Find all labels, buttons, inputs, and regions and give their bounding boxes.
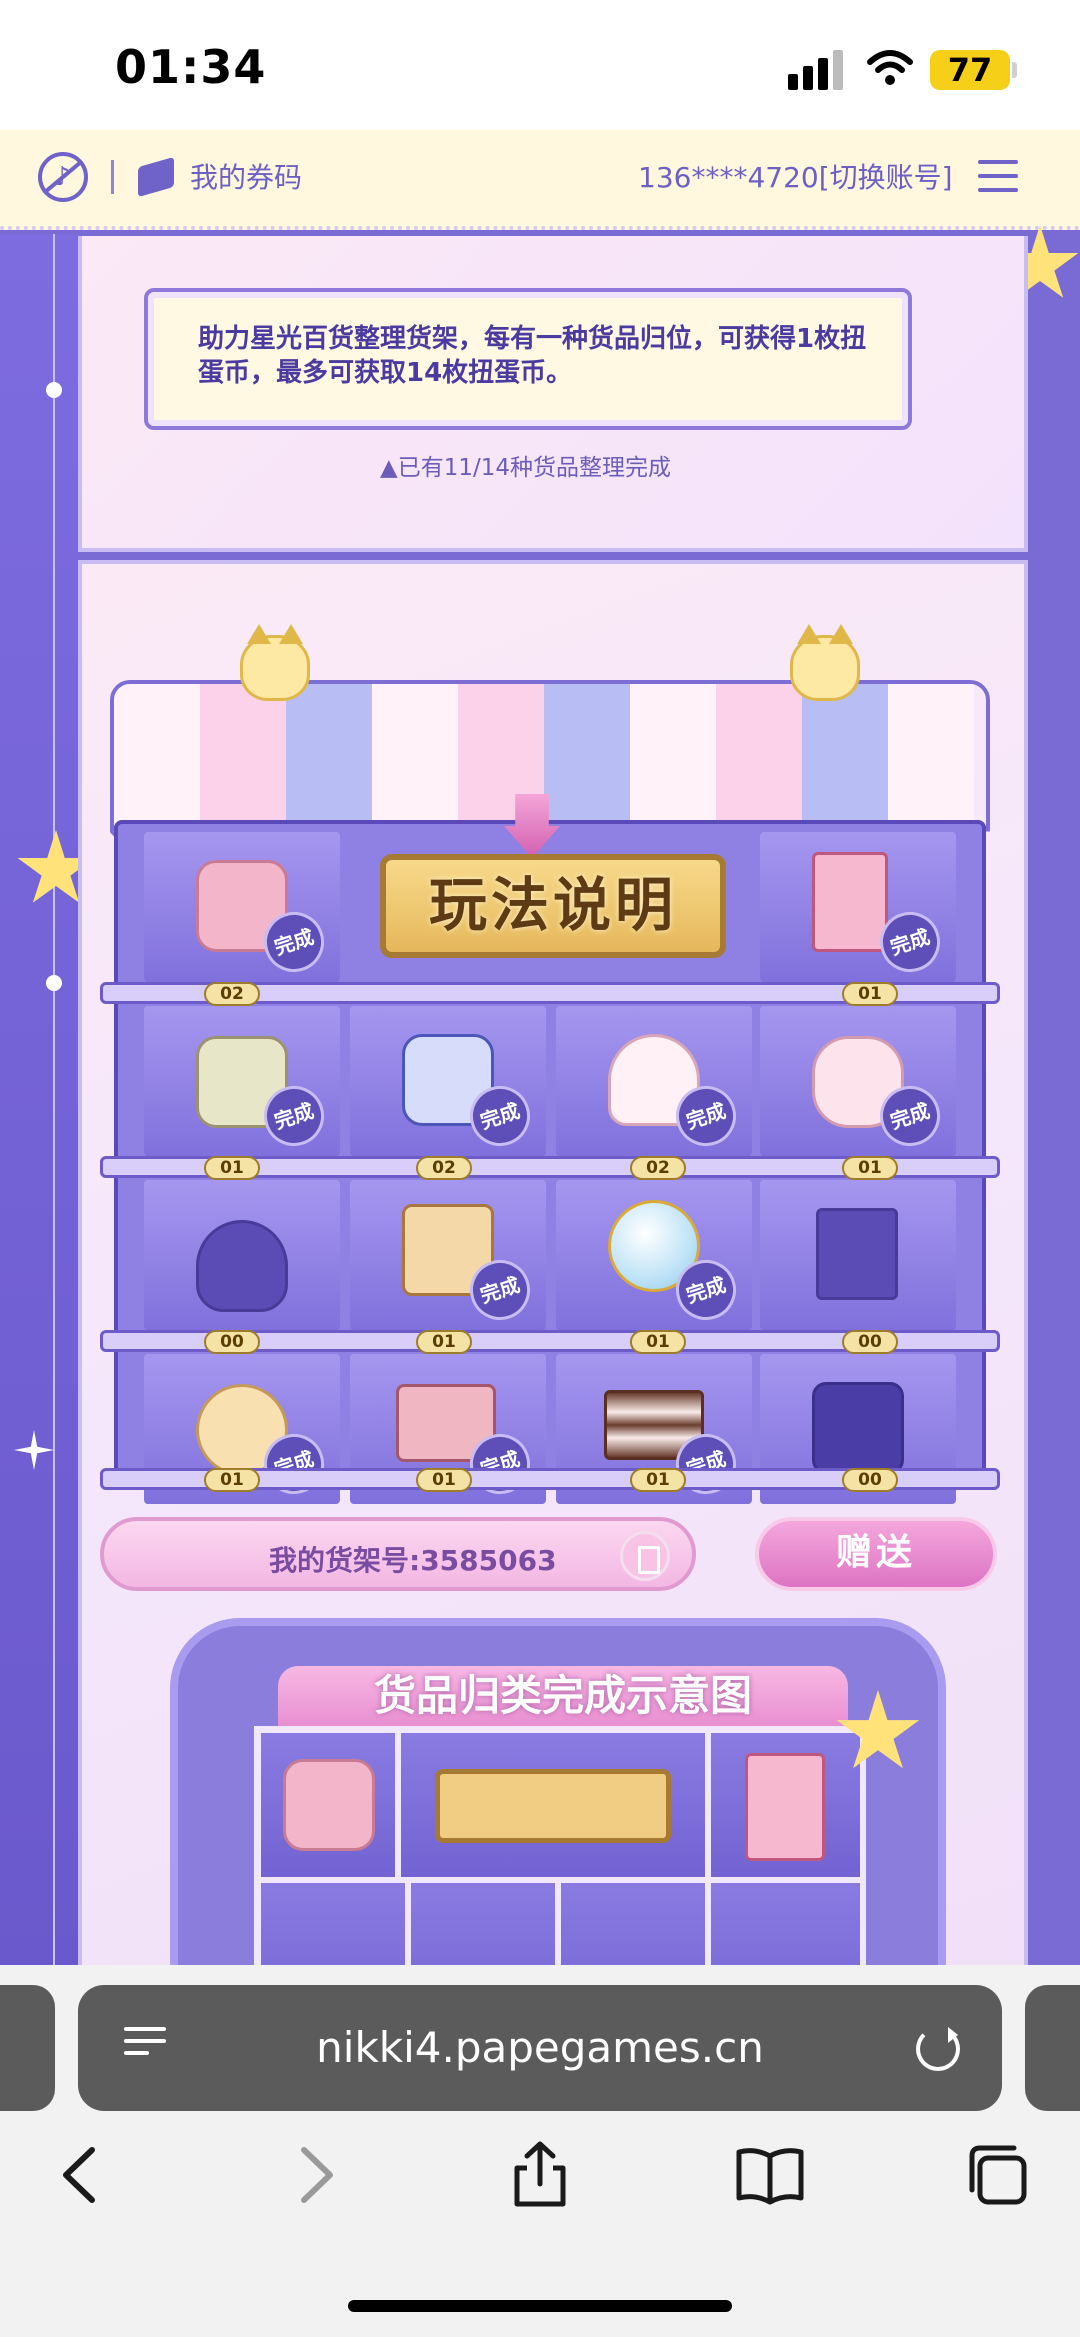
decor-dot [46, 382, 62, 398]
shelf-slot[interactable] [144, 1180, 340, 1330]
shelf-slot[interactable]: 完成 [144, 1006, 340, 1156]
count-tag: 00 [842, 1468, 898, 1492]
status-bar: 01:34 77 [0, 0, 1080, 130]
battery-tip [1012, 62, 1017, 78]
shelf-slot[interactable] [760, 1180, 956, 1330]
copy-icon[interactable] [620, 1531, 670, 1581]
cellular-signal-icon [788, 50, 843, 90]
previous-tab-peek[interactable] [0, 1985, 55, 2111]
demo-cell [708, 1880, 863, 1965]
account-switch-link[interactable]: 136****4720[切换账号] [638, 156, 953, 196]
gift-button[interactable]: 赠送 [755, 1517, 997, 1591]
rules-text: 助力星光百货整理货架，每有一种货品归位，可获得1枚扭蛋币，最多可获取14枚扭蛋币… [198, 324, 867, 388]
count-tag: 01 [842, 1156, 898, 1180]
hamburger-menu-icon[interactable] [978, 160, 1018, 194]
ticket-icon[interactable] [138, 156, 174, 198]
count-tag: 01 [416, 1468, 472, 1492]
howto-slot: 玩法说明 [350, 794, 750, 982]
demo-panel: 货品归类完成示意图 [170, 1618, 946, 1965]
header-divider [111, 160, 114, 194]
left-decor-strip [0, 234, 80, 1965]
awning [110, 680, 990, 830]
shelf-slot[interactable]: 完成 [350, 1006, 546, 1156]
demo-cell [258, 1880, 408, 1965]
page-header: ♪ 我的券码 136****4720[切换账号] [0, 130, 1080, 230]
cat-mascot-icon [790, 624, 860, 701]
howto-button[interactable]: 玩法说明 [380, 854, 726, 958]
tabs-icon[interactable] [962, 2140, 1032, 2210]
count-tag: 01 [842, 982, 898, 1006]
shelf-slot[interactable]: 完成 [760, 832, 956, 982]
wifi-icon [867, 50, 913, 85]
shelf-number-bar: 我的货架号:3585063 [100, 1517, 696, 1591]
forward-icon[interactable] [280, 2140, 350, 2210]
count-tag: 01 [630, 1330, 686, 1354]
demo-cell [708, 1730, 863, 1880]
share-icon[interactable] [505, 2140, 575, 2210]
browser-toolbar: nikki4.papegames.cn [0, 1965, 1080, 2337]
music-mute-icon[interactable]: ♪ [38, 152, 88, 202]
next-tab-peek[interactable] [1025, 1985, 1080, 2111]
count-tag: 00 [842, 1330, 898, 1354]
web-page: ♪ 我的券码 136****4720[切换账号] 助力星光百货整理货架，每有一种… [0, 130, 1080, 1965]
decor-dot [46, 975, 62, 991]
url-text[interactable]: nikki4.papegames.cn [78, 2023, 1002, 2072]
demo-cell [398, 1730, 708, 1880]
count-tag: 02 [630, 1156, 686, 1180]
photo-album-icon [745, 1753, 825, 1861]
demo-cell [558, 1880, 708, 1965]
address-bar[interactable]: nikki4.papegames.cn [78, 1985, 1002, 2111]
rules-box: 助力星光百货整理货架，每有一种货品归位，可获得1枚扭蛋币，最多可获取14枚扭蛋币… [144, 288, 912, 430]
cat-mascot-icon [240, 624, 310, 701]
milk-carton-icon [816, 1208, 898, 1300]
shelf-slot[interactable]: 完成 [350, 1180, 546, 1330]
count-tag: 02 [416, 1156, 472, 1180]
progress-text: ▲已有11/14种货品整理完成 [380, 455, 671, 481]
count-tag: 01 [204, 1156, 260, 1180]
my-coupons-link[interactable]: 我的券码 [190, 156, 302, 196]
shelf-number-text: 我的货架号:3585063 [269, 1544, 557, 1577]
rabbit-backpack-icon [283, 1759, 375, 1851]
shelf-slot[interactable]: 完成 [556, 1006, 752, 1156]
camera-icon [812, 1382, 904, 1474]
left-decor-line [53, 234, 55, 1965]
shelf-slot[interactable]: 完成 [556, 1180, 752, 1330]
shelf: 完成 玩法说明 完成 02 01 完成 完成 完成 完成 01 02 02 01… [100, 794, 1000, 1504]
battery-indicator: 77 [930, 50, 1010, 90]
count-tag: 01 [630, 1468, 686, 1492]
shelf-slot[interactable]: 完成 [760, 1006, 956, 1156]
shelf-slot[interactable]: 完成 [144, 832, 340, 982]
home-indicator [348, 2300, 732, 2312]
demo-title: 货品归类完成示意图 [278, 1666, 848, 1726]
count-tag: 02 [204, 982, 260, 1006]
count-tag: 01 [204, 1468, 260, 1492]
demo-cell [408, 1880, 558, 1965]
photo-album-icon [812, 852, 888, 952]
status-time: 01:34 [115, 40, 267, 94]
count-tag: 00 [204, 1330, 260, 1354]
bookmarks-icon[interactable] [735, 2140, 805, 2210]
demo-cell [258, 1730, 398, 1880]
howto-sign-placeholder [435, 1769, 671, 1843]
cat-hat-icon [196, 1220, 288, 1312]
count-tag: 01 [416, 1330, 472, 1354]
reload-icon[interactable] [916, 2027, 960, 2071]
back-icon[interactable] [46, 2140, 116, 2210]
demo-grid [254, 1726, 866, 1965]
